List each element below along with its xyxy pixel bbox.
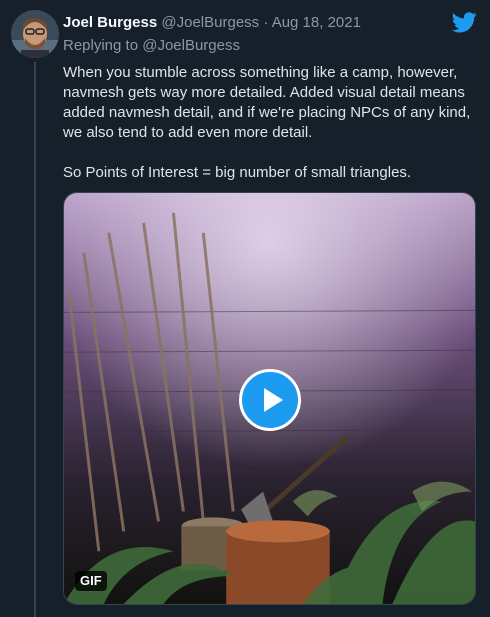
- gif-badge: GIF: [75, 571, 107, 591]
- tweet-text-line: When you stumble across something like a…: [63, 64, 458, 81]
- play-button[interactable]: [239, 369, 301, 431]
- author-handle[interactable]: @JoelBurgess: [161, 14, 259, 31]
- gif-media[interactable]: GIF: [63, 192, 476, 605]
- thread-line: [34, 62, 36, 617]
- tweet-date[interactable]: Aug 18, 2021: [272, 14, 361, 31]
- tweet-text-line: we also tend to add even more detail.: [63, 124, 313, 141]
- twitter-bird-icon: [452, 12, 477, 33]
- replying-label: Replying to: [63, 37, 143, 54]
- avatar[interactable]: [11, 10, 59, 58]
- play-icon: [264, 388, 283, 412]
- tweet-text-line: navmesh gets way more detailed. Added vi…: [63, 84, 465, 101]
- tweet-card: Joel Burgess @JoelBurgess · Aug 18, 2021…: [0, 0, 490, 617]
- tweet-header: Joel Burgess @JoelBurgess · Aug 18, 2021: [63, 14, 361, 32]
- tweet-text-line: added navmesh detail, and if we're placi…: [63, 104, 471, 121]
- author-name[interactable]: Joel Burgess: [63, 14, 157, 31]
- header-separator: ·: [259, 14, 272, 31]
- tweet-text-line: So Points of Interest = big number of sm…: [63, 164, 412, 181]
- tweet-text: When you stumble across something like a…: [63, 63, 481, 183]
- replying-handle[interactable]: @JoelBurgess: [142, 37, 240, 54]
- replying-to: Replying to @JoelBurgess: [63, 37, 240, 55]
